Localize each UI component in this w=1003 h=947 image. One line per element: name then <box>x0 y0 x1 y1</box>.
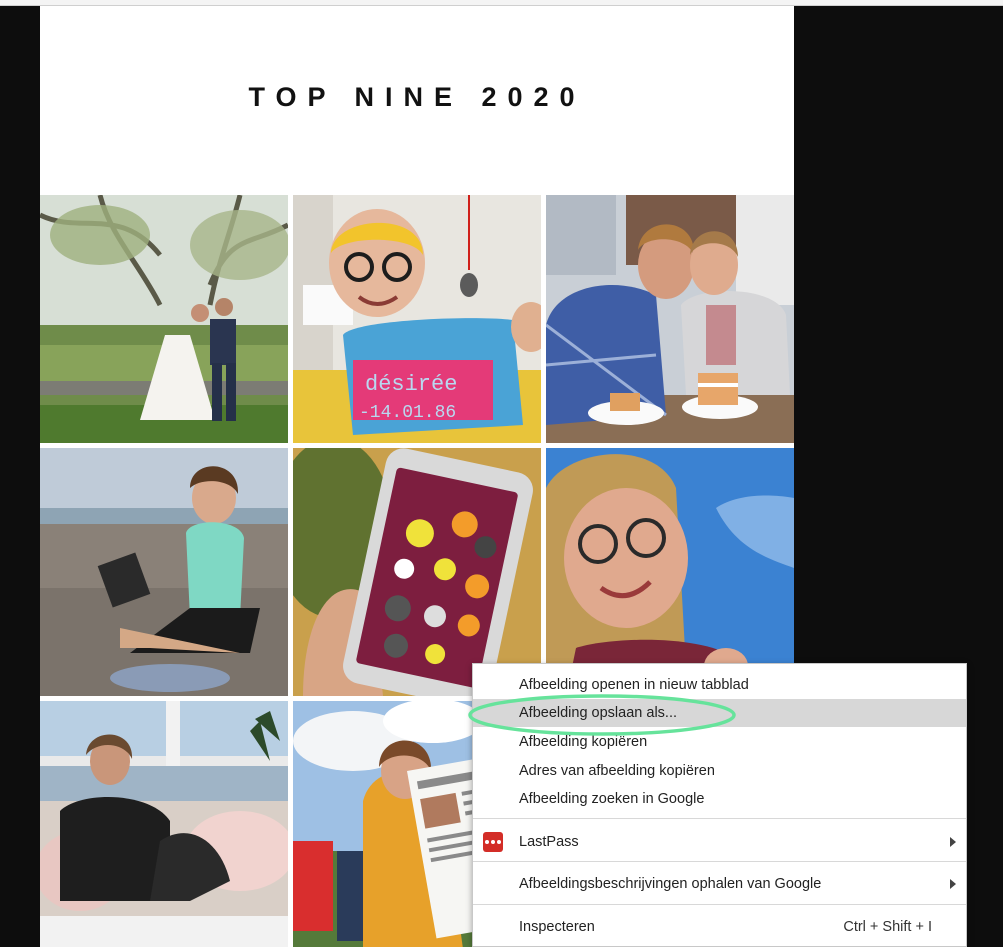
submenu-arrow-icon <box>950 837 956 847</box>
collage-title: TOP NINE 2020 <box>248 82 586 112</box>
knitted-sweater-selfie-photo[interactable]: désirée -14.01.86 <box>293 195 541 443</box>
couple-with-cake-photo[interactable] <box>546 195 794 443</box>
menu-item-label: Afbeelding opslaan als... <box>519 705 677 721</box>
menu-item-copy-image[interactable]: Afbeelding kopiëren <box>473 728 966 756</box>
menu-item-copy-image-address[interactable]: Adres van afbeelding kopiëren <box>473 757 966 785</box>
menu-item-save-image-as[interactable]: Afbeelding opslaan als... <box>473 699 966 727</box>
menu-separator <box>473 904 966 905</box>
menu-item-label: Inspecteren <box>519 919 595 935</box>
menu-item-lastpass[interactable]: LastPass <box>473 828 966 856</box>
menu-item-label: LastPass <box>519 834 579 850</box>
menu-item-search-image-google[interactable]: Afbeelding zoeken in Google <box>473 785 966 813</box>
menu-item-label: Afbeelding openen in nieuw tabblad <box>519 677 749 693</box>
balcony-sunset-photo[interactable] <box>40 701 288 947</box>
menu-item-inspect[interactable]: Inspecteren Ctrl + Shift + I <box>473 913 966 941</box>
menu-item-label: Adres van afbeelding kopiëren <box>519 763 715 779</box>
image-context-menu: Afbeelding openen in nieuw tabblad Afbee… <box>472 663 967 947</box>
phone-app-photo[interactable] <box>293 448 541 696</box>
menu-separator <box>473 861 966 862</box>
inspect-shortcut: Ctrl + Shift + I <box>843 919 932 935</box>
sky-selfie-photo[interactable] <box>546 448 794 696</box>
lastpass-icon <box>483 832 503 852</box>
menu-item-label: Afbeeldingsbeschrijvingen ophalen van Go… <box>519 876 822 892</box>
menu-item-label: Afbeelding kopiëren <box>519 734 648 750</box>
svg-text:-14.01.86: -14.01.86 <box>359 403 456 423</box>
wedding-couple-photo[interactable] <box>40 195 288 443</box>
menu-item-get-image-descriptions[interactable]: Afbeeldingsbeschrijvingen ophalen van Go… <box>473 870 966 898</box>
beach-laptop-photo[interactable] <box>40 448 288 696</box>
svg-text:désirée: désirée <box>365 372 457 397</box>
menu-item-open-image-new-tab[interactable]: Afbeelding openen in nieuw tabblad <box>473 671 966 699</box>
menu-separator <box>473 818 966 819</box>
menu-item-label: Afbeelding zoeken in Google <box>519 791 705 807</box>
submenu-arrow-icon <box>950 879 956 889</box>
